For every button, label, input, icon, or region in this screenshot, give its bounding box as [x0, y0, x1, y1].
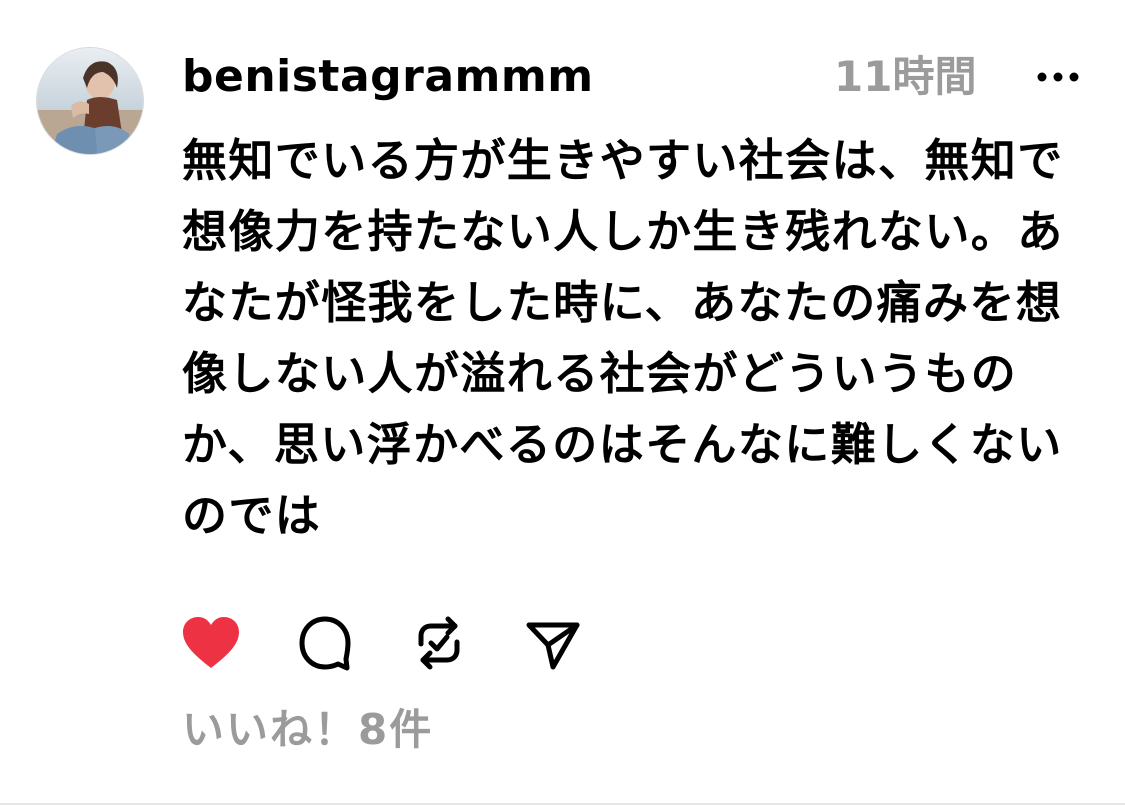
post-actions	[180, 612, 636, 674]
thread-post: benistagrammm 11時間 無知でいる方が生きやすい社会は、無知で想像…	[0, 0, 1125, 807]
more-horizontal-icon	[1037, 72, 1079, 82]
avatar[interactable]	[37, 48, 143, 154]
post-timestamp: 11時間	[834, 52, 977, 101]
divider	[0, 803, 1125, 805]
share-button[interactable]	[522, 612, 584, 674]
like-button[interactable]	[180, 612, 242, 674]
heart-filled-icon	[183, 617, 239, 668]
more-options-button[interactable]	[1030, 60, 1086, 94]
comment-button[interactable]	[294, 612, 356, 674]
repost-icon	[418, 616, 460, 670]
comment-icon	[299, 616, 351, 671]
avatar-image	[37, 48, 143, 154]
post-text: 無知でいる方が生きやすい社会は、無知で想像力を持たない人しか生き残れない。あなた…	[182, 134, 1064, 542]
repost-button[interactable]	[408, 612, 470, 674]
send-icon	[526, 622, 580, 670]
likes-count[interactable]: いいね！8件	[182, 700, 433, 760]
username[interactable]: benistagrammm	[182, 48, 594, 106]
